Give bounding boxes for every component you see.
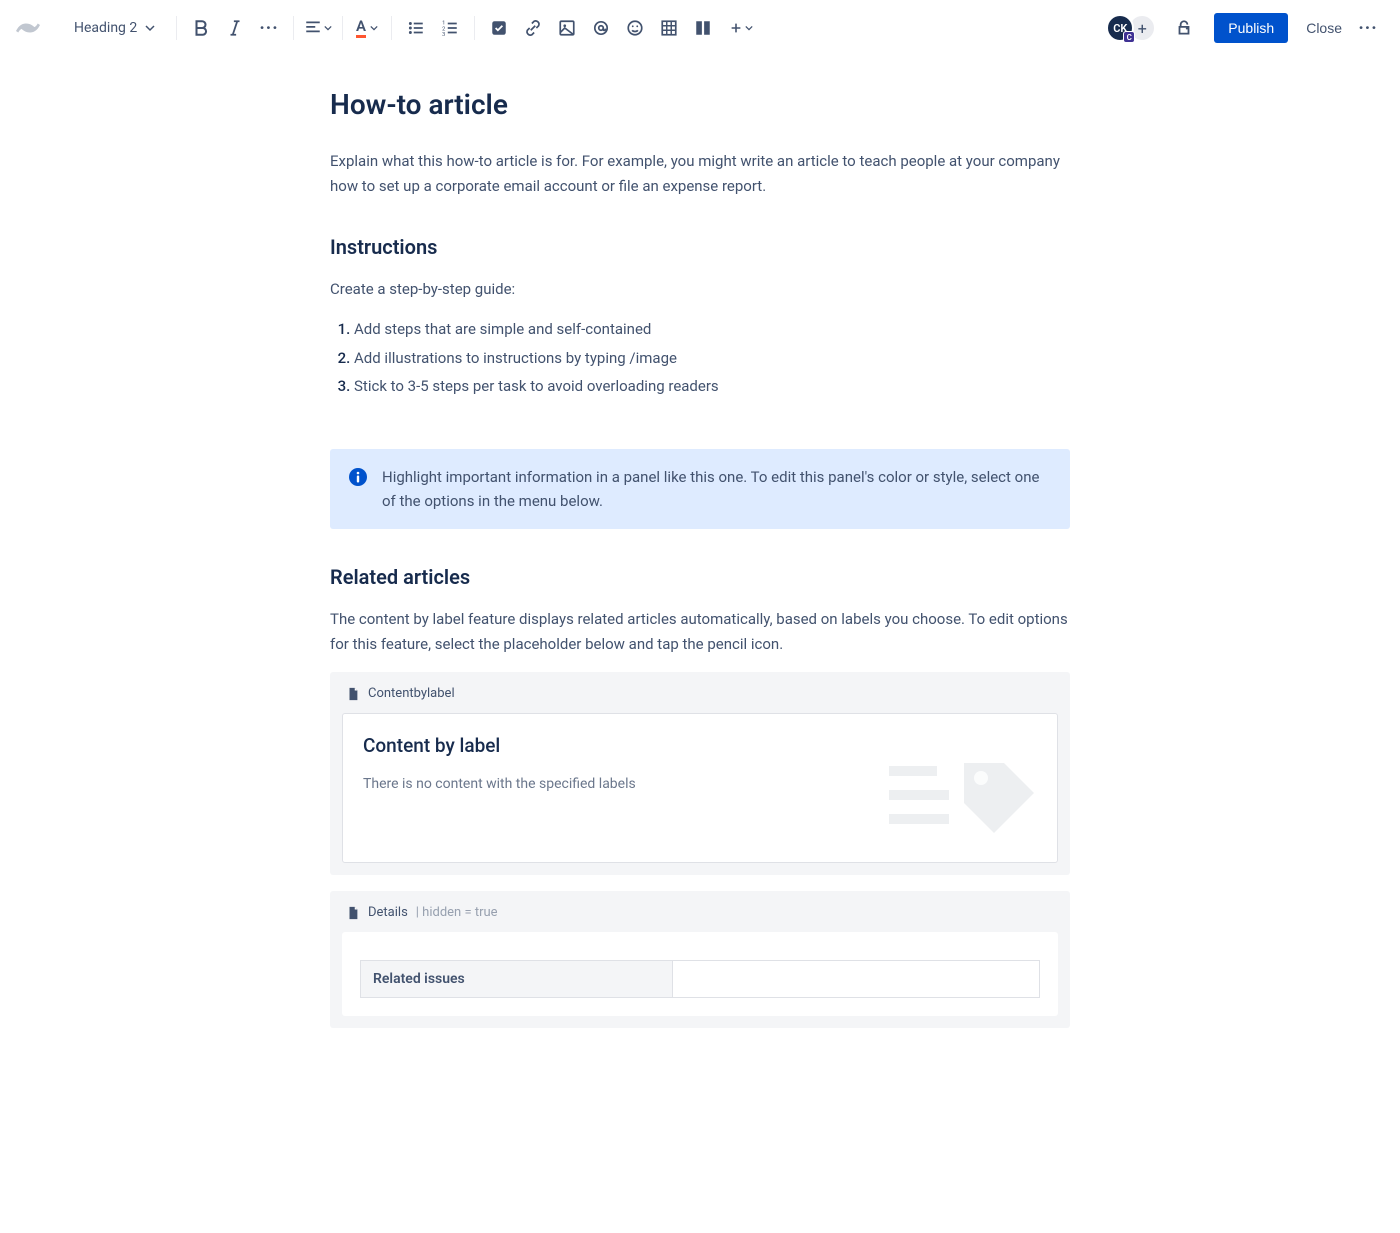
table-cell-label[interactable]: Related issues [361, 961, 673, 998]
info-panel[interactable]: Highlight important information in a pan… [330, 449, 1070, 529]
info-icon [348, 467, 368, 487]
avatar-badge: C [1123, 31, 1135, 43]
editor-content[interactable]: How-to article Explain what this how-to … [290, 56, 1110, 1088]
text-color-button[interactable]: A [351, 12, 383, 44]
separator [474, 16, 475, 40]
macro-header: Details | hidden = true [342, 903, 1058, 922]
restrictions-button[interactable] [1168, 12, 1200, 44]
mention-button[interactable] [585, 12, 617, 44]
list-item[interactable]: Add steps that are simple and self-conta… [354, 315, 1070, 344]
related-heading[interactable]: Related articles [330, 565, 1070, 589]
macro-body: Content by label There is no content wit… [342, 713, 1058, 863]
confluence-logo [16, 16, 40, 40]
alignment-button[interactable] [302, 12, 334, 44]
document-icon [346, 906, 360, 920]
contentbylabel-macro[interactable]: Contentbylabel Content by label There is… [330, 672, 1070, 875]
chevron-down-icon [370, 19, 378, 37]
separator [293, 16, 294, 40]
close-button[interactable]: Close [1296, 13, 1352, 43]
svg-text:3: 3 [442, 32, 445, 37]
collaborators: CK C + [1106, 14, 1156, 42]
bold-button[interactable] [185, 12, 217, 44]
chevron-down-icon [145, 23, 155, 33]
publish-button[interactable]: Publish [1214, 13, 1288, 43]
table-button[interactable] [653, 12, 685, 44]
link-button[interactable] [517, 12, 549, 44]
chevron-down-icon [745, 19, 753, 37]
text-style-select[interactable]: Heading 2 [64, 14, 168, 42]
user-avatar[interactable]: CK C [1106, 14, 1134, 42]
separator [176, 16, 177, 40]
steps-list[interactable]: Add steps that are simple and self-conta… [354, 315, 1070, 401]
separator [342, 16, 343, 40]
emoji-button[interactable] [619, 12, 651, 44]
instructions-lead[interactable]: Create a step-by-step guide: [330, 277, 1070, 302]
more-formatting-button[interactable]: ··· [253, 12, 285, 44]
text-style-label: Heading 2 [74, 20, 137, 36]
page-title[interactable]: How-to article [330, 88, 1070, 121]
table-cell-value[interactable] [673, 961, 1040, 998]
layouts-button[interactable] [687, 12, 719, 44]
table-row: Related issues [361, 961, 1040, 998]
list-item[interactable]: Add illustrations to instructions by typ… [354, 344, 1070, 373]
bullet-list-button[interactable] [400, 12, 432, 44]
more-actions-button[interactable]: ··· [1352, 12, 1384, 44]
info-panel-text[interactable]: Highlight important information in a pan… [382, 465, 1052, 513]
tag-illustration-icon [889, 748, 1039, 848]
image-button[interactable] [551, 12, 583, 44]
insert-button[interactable] [721, 12, 761, 44]
separator [391, 16, 392, 40]
details-macro[interactable]: Details | hidden = true Related issues [330, 891, 1070, 1028]
macro-header: Contentbylabel [342, 684, 1058, 703]
details-table[interactable]: Related issues [360, 960, 1040, 998]
list-item[interactable]: Stick to 3-5 steps per task to avoid ove… [354, 372, 1070, 401]
editor-toolbar: Heading 2 ··· A 123 [0, 0, 1400, 56]
document-icon [346, 687, 360, 701]
intro-paragraph[interactable]: Explain what this how-to article is for.… [330, 149, 1070, 199]
action-item-button[interactable] [483, 12, 515, 44]
related-lead[interactable]: The content by label feature displays re… [330, 607, 1070, 657]
chevron-down-icon [324, 19, 332, 37]
numbered-list-button[interactable]: 123 [434, 12, 466, 44]
instructions-heading[interactable]: Instructions [330, 235, 1070, 259]
italic-button[interactable] [219, 12, 251, 44]
